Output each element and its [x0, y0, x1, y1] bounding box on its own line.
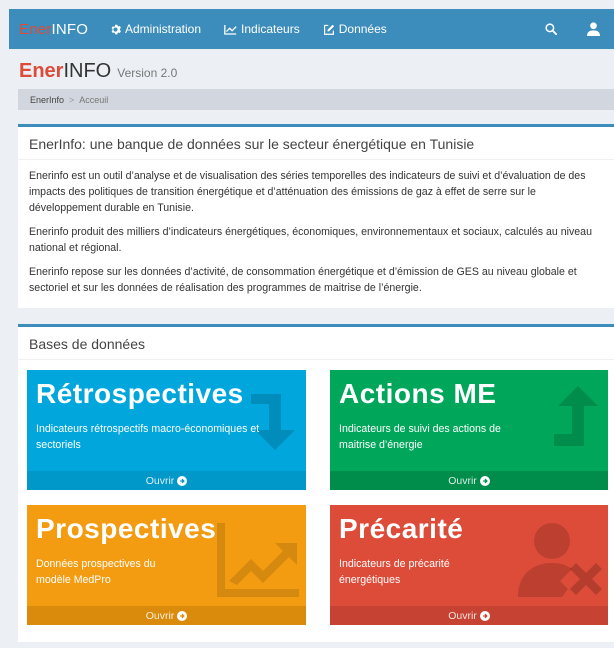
brand-part1: Ener: [19, 20, 52, 38]
tile-actions-me-open-link[interactable]: Ouvrir: [330, 471, 608, 490]
line-chart-icon: [224, 24, 237, 35]
intro-paragraph-3: Enerinfo repose sur les données d’activi…: [29, 266, 577, 294]
intro-title: EnerInfo: une banque de données sur le s…: [18, 127, 614, 160]
tile-precarite[interactable]: Précarité Indicateurs de précarité énerg…: [330, 505, 608, 625]
tile-actions-me-desc: Indicateurs de suivi des actions de mait…: [339, 423, 501, 451]
breadcrumb-separator: >: [69, 95, 75, 105]
intro-body: Enerinfo est un outil d’analyse et de vi…: [18, 160, 614, 296]
tile-actions-me[interactable]: Actions ME Indicateurs de suivi des acti…: [330, 370, 608, 490]
top-navbar: EnerINFO Administration Indicateurs Donn…: [9, 9, 614, 49]
arrow-circle-right-icon: [177, 475, 188, 486]
nav-donnees[interactable]: Données: [323, 22, 387, 36]
title-part2: INFO: [63, 60, 112, 82]
tile-retrospectives-open-link[interactable]: Ouvrir: [27, 471, 306, 490]
nav-administration-label: Administration: [125, 22, 202, 36]
tile-retrospectives-title: Rétrospectives: [36, 378, 244, 409]
brand-logo[interactable]: EnerINFO: [9, 21, 99, 38]
intro-paragraph-2: Enerinfo produit des milliers d’indicate…: [29, 226, 592, 254]
arrow-circle-right-icon: [479, 475, 490, 486]
tile-precarite-desc: Indicateurs de précarité énergétiques: [339, 558, 450, 586]
gear-icon: [111, 24, 121, 34]
title-part1: Ener: [19, 60, 64, 82]
user-remove-icon: [518, 523, 602, 597]
level-up-arrow-icon: [554, 386, 598, 446]
tile-retrospectives[interactable]: Rétrospectives Indicateurs rétrospectifs…: [27, 370, 306, 490]
brand-part2: INFO: [51, 20, 89, 38]
user-icon: [586, 22, 600, 36]
breadcrumb-current: Acceuil: [79, 95, 109, 105]
tile-prospectives-desc: Données prospectives du modèle MedPro: [36, 558, 156, 586]
arrow-circle-right-icon: [479, 610, 490, 621]
nav-indicateurs[interactable]: Indicateurs: [224, 22, 300, 36]
tile-precarite-title: Précarité: [339, 513, 464, 544]
nav-administration[interactable]: Administration: [110, 22, 201, 36]
databases-title: Bases de données: [18, 327, 614, 360]
nav-donnees-label: Données: [338, 22, 387, 36]
intro-box: EnerInfo: une banque de données sur le s…: [18, 124, 614, 308]
user-menu-button[interactable]: [572, 9, 614, 49]
breadcrumb-home[interactable]: EnerInfo: [30, 95, 64, 105]
search-button[interactable]: [530, 9, 572, 49]
open-link-label: Ouvrir: [448, 609, 477, 622]
open-link-label: Ouvrir: [145, 474, 175, 487]
intro-paragraph-1: Enerinfo est un outil d’analyse et de vi…: [29, 170, 586, 214]
tile-precarite-open-link[interactable]: Ouvrir: [330, 606, 608, 625]
databases-box: Bases de données Rétrospectives Indicate…: [18, 324, 614, 642]
area-chart-icon: [217, 523, 299, 597]
tile-actions-me-title: Actions ME: [339, 378, 497, 409]
tile-prospectives-open-link[interactable]: Ouvrir: [27, 606, 306, 625]
search-icon: [545, 23, 557, 35]
nav-indicateurs-label: Indicateurs: [241, 22, 300, 36]
tile-retrospectives-desc: Indicateurs rétrospectifs macro-économiq…: [36, 423, 260, 451]
open-link-label: Ouvrir: [448, 474, 477, 487]
page-title: EnerINFO Version 2.0: [19, 60, 177, 83]
edit-icon: [323, 24, 334, 35]
tile-prospectives-title: Prospectives: [36, 513, 217, 544]
open-link-label: Ouvrir: [145, 609, 175, 622]
tile-prospectives[interactable]: Prospectives Données prospectives du mod…: [27, 505, 306, 625]
breadcrumb: EnerInfo > Acceuil: [18, 89, 614, 110]
arrow-circle-right-icon: [177, 610, 188, 621]
version-label: Version 2.0: [117, 66, 178, 80]
